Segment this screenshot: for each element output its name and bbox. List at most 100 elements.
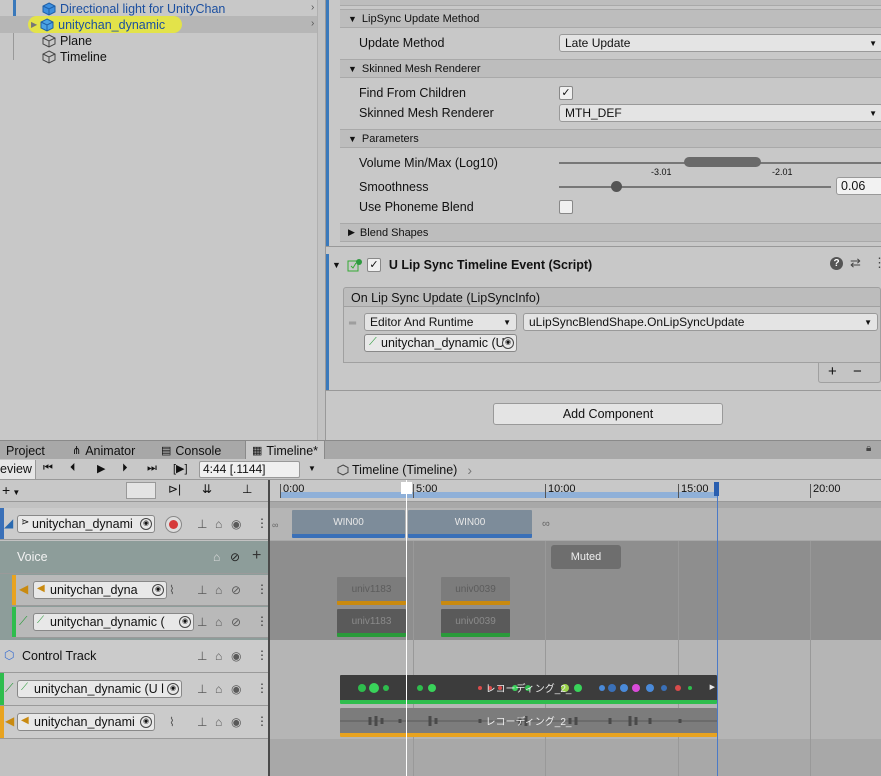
pin-icon[interactable]: ⊥ (197, 682, 207, 696)
eye-hidden-icon[interactable]: ⊘ (230, 550, 240, 564)
lock-icon[interactable]: ⌂ (215, 615, 222, 629)
pin-icon[interactable]: ⊥ (197, 615, 207, 629)
eye-hidden-icon[interactable]: ⊘ (231, 583, 241, 597)
object-picker-icon[interactable]: ◉ (140, 518, 152, 530)
voice-lipsync-clip[interactable]: univ1183 (337, 609, 406, 637)
lipsync-update-method-header[interactable]: ▼ LipSync Update Method (340, 9, 881, 28)
remove-list-item-button[interactable]: − (853, 363, 862, 380)
tab-console[interactable]: ▤ Console (155, 441, 227, 460)
object-picker-icon[interactable]: ◉ (152, 584, 164, 596)
pin-icon[interactable]: ⊥ (197, 715, 207, 729)
lock-icon[interactable]: 🔒︎ (866, 443, 871, 454)
next-frame-icon[interactable]: ⏵ (122, 462, 128, 475)
track-zoom-slider[interactable] (126, 482, 156, 499)
timecode-format-dropdown[interactable]: ▼ (308, 464, 316, 473)
help-icon[interactable]: ? (830, 257, 843, 270)
object-picker-icon[interactable]: ◉ (140, 716, 152, 728)
track-voice-lipsync[interactable]: ⟋ ⟋ unitychan_dynamic ( ◉ ⊥ ⌂ ⊘ ⋮ (12, 607, 268, 638)
lock-icon[interactable]: ⌂ (213, 550, 220, 564)
function-dropdown[interactable]: uLipSyncBlendShape.OnLipSyncUpdate ▼ (523, 313, 878, 331)
add-track-button[interactable]: + ▼ (2, 482, 32, 499)
add-track-icon[interactable]: + (252, 547, 261, 565)
track-animation[interactable]: ◢ ⋗ unitychan_dynami ◉ ⊥ ⌂ ◉ ⋮ (0, 508, 268, 540)
eye-hidden-icon[interactable]: ⊘ (231, 615, 241, 629)
use-phoneme-blend-checkbox[interactable] (559, 200, 573, 214)
runtime-mode-dropdown[interactable]: Editor And Runtime ▼ (364, 313, 517, 331)
pin-icon[interactable]: ⊥ (197, 649, 207, 663)
hierarchy-item-plane[interactable]: Plane (42, 33, 92, 49)
preset-icon[interactable]: ⇄ (850, 255, 861, 271)
skinned-mesh-renderer-dropdown[interactable]: MTH_DEF ▼ (559, 104, 881, 122)
pin-icon[interactable]: ⊥ (197, 517, 207, 531)
voice-audio-clip[interactable]: univ0039 (441, 577, 510, 605)
lipsync-binding-field[interactable]: ⟋ unitychan_dynamic (U l ◉ (17, 680, 182, 698)
eye-icon[interactable]: ◉ (231, 682, 241, 696)
track-group-voice[interactable]: Voice ⌂ ⊘ + (0, 541, 268, 574)
goto-start-icon[interactable]: ⏮ (43, 462, 53, 475)
eye-icon[interactable]: ◉ (231, 649, 241, 663)
object-picker-icon[interactable]: ◉ (179, 616, 191, 628)
add-component-button[interactable]: Add Component (493, 403, 723, 425)
object-picker-icon[interactable]: ◉ (167, 683, 179, 695)
lock-icon[interactable]: ⌂ (215, 517, 222, 531)
blend-shapes-header[interactable]: ▶ Blend Shapes (340, 223, 881, 242)
hierarchy-scrollbar[interactable] (317, 0, 325, 440)
audio-binding-field[interactable]: ◀ unitychan_dynami ◉ (17, 713, 155, 731)
breadcrumb[interactable]: Timeline (Timeline) › (337, 461, 472, 478)
audio-clip[interactable]: レコーディング_2_ (340, 708, 717, 737)
playhead-handle[interactable] (401, 482, 412, 494)
timeline-end-marker[interactable] (714, 482, 719, 496)
hierarchy-item-timeline[interactable]: Timeline (42, 49, 107, 65)
animation-clip[interactable]: WIN00 (292, 510, 405, 538)
lock-icon[interactable]: ⌂ (215, 715, 222, 729)
chevron-right-icon[interactable]: › (311, 18, 314, 29)
lock-icon[interactable]: ⌂ (215, 682, 222, 696)
playhead-line[interactable] (406, 480, 407, 776)
voice-audio-clip[interactable]: univ1183 (337, 577, 406, 605)
pin-icon[interactable]: ⊥ (197, 583, 207, 597)
object-picker-icon[interactable]: ◉ (502, 337, 514, 349)
play-range-icon[interactable]: [▶] (173, 462, 188, 475)
record-button[interactable] (165, 516, 182, 533)
kebab-menu-icon[interactable]: ⋮ (256, 648, 268, 662)
component-enabled-checkbox[interactable]: ✓ (366, 258, 381, 272)
track-voice-audio[interactable]: ◀ ◀ unitychan_dyna ◉ ⌇ ⊥ ⌂ ⊘ ⋮ (12, 575, 268, 606)
kebab-menu-icon[interactable]: ⋮ (256, 714, 268, 728)
preview-toggle[interactable]: eview (0, 460, 36, 479)
smoothness-track[interactable] (559, 186, 831, 188)
expand-arrow-icon[interactable]: ▶ (31, 20, 37, 29)
curves-icon[interactable]: ⌇ (169, 715, 175, 729)
target-object-field[interactable]: ⟋ unitychan_dynamic (U ◉ (364, 334, 517, 352)
tab-animator[interactable]: ⋔ Animator (66, 441, 141, 460)
component-header-ulipsync-event[interactable]: ▼ ✓ U Lip Sync Timeline Event (Script) (330, 255, 881, 275)
update-method-dropdown[interactable]: Late Update ▼ (559, 34, 881, 52)
track-audio[interactable]: ◀ ◀ unitychan_dynami ◉ ⌇ ⊥ ⌂ ◉ ⋮ (0, 706, 268, 739)
eye-icon[interactable]: ◉ (231, 715, 241, 729)
ripple-mode-icon[interactable]: ⇊ (202, 482, 212, 496)
play-icon[interactable]: ▶ (97, 462, 105, 475)
kebab-menu-icon[interactable]: ⋮ (256, 681, 268, 695)
tab-project[interactable]: Project (0, 441, 51, 460)
previous-frame-icon[interactable]: ⏴ (70, 462, 76, 475)
track-control[interactable]: ⬡ Control Track ⊥ ⌂ ◉ ⋮ (0, 640, 268, 673)
curves-icon[interactable]: ⌇ (169, 583, 175, 597)
voice-audio-binding-field[interactable]: ◀ unitychan_dyna ◉ (33, 581, 167, 599)
hierarchy-item-directional-light[interactable]: Directional light for UnityChan (42, 1, 312, 17)
tab-timeline[interactable]: ▦ Timeline* (245, 441, 326, 460)
parameters-header[interactable]: ▼ Parameters (340, 129, 881, 148)
kebab-menu-icon[interactable]: ⋮ (256, 582, 268, 596)
chevron-right-icon[interactable]: › (311, 2, 314, 13)
drag-handle-icon[interactable]: ═ (349, 318, 356, 329)
skinned-mesh-renderer-header[interactable]: ▼ Skinned Mesh Renderer (340, 59, 881, 78)
track-lipsync[interactable]: ⟋ ⟋ unitychan_dynamic (U l ◉ ⊥ ⌂ ◉ ⋮ (0, 673, 268, 706)
smoothness-thumb[interactable] (611, 181, 622, 192)
animation-binding-field[interactable]: ⋗ unitychan_dynami ◉ (17, 515, 155, 533)
kebab-menu-icon[interactable]: ⋮ (256, 614, 268, 628)
hierarchy-item-unitychan-dynamic[interactable]: ▶ unitychan_dynamic (28, 16, 182, 33)
lock-icon[interactable]: ⌂ (215, 649, 222, 663)
lock-icon[interactable]: ⌂ (215, 583, 222, 597)
eye-icon[interactable]: ◉ (231, 517, 241, 531)
smoothness-input[interactable]: 0.06 (836, 177, 881, 195)
snap-edit-mode-icon[interactable]: ⊳| (168, 482, 181, 496)
goto-end-icon[interactable]: ⏭ (147, 462, 157, 475)
